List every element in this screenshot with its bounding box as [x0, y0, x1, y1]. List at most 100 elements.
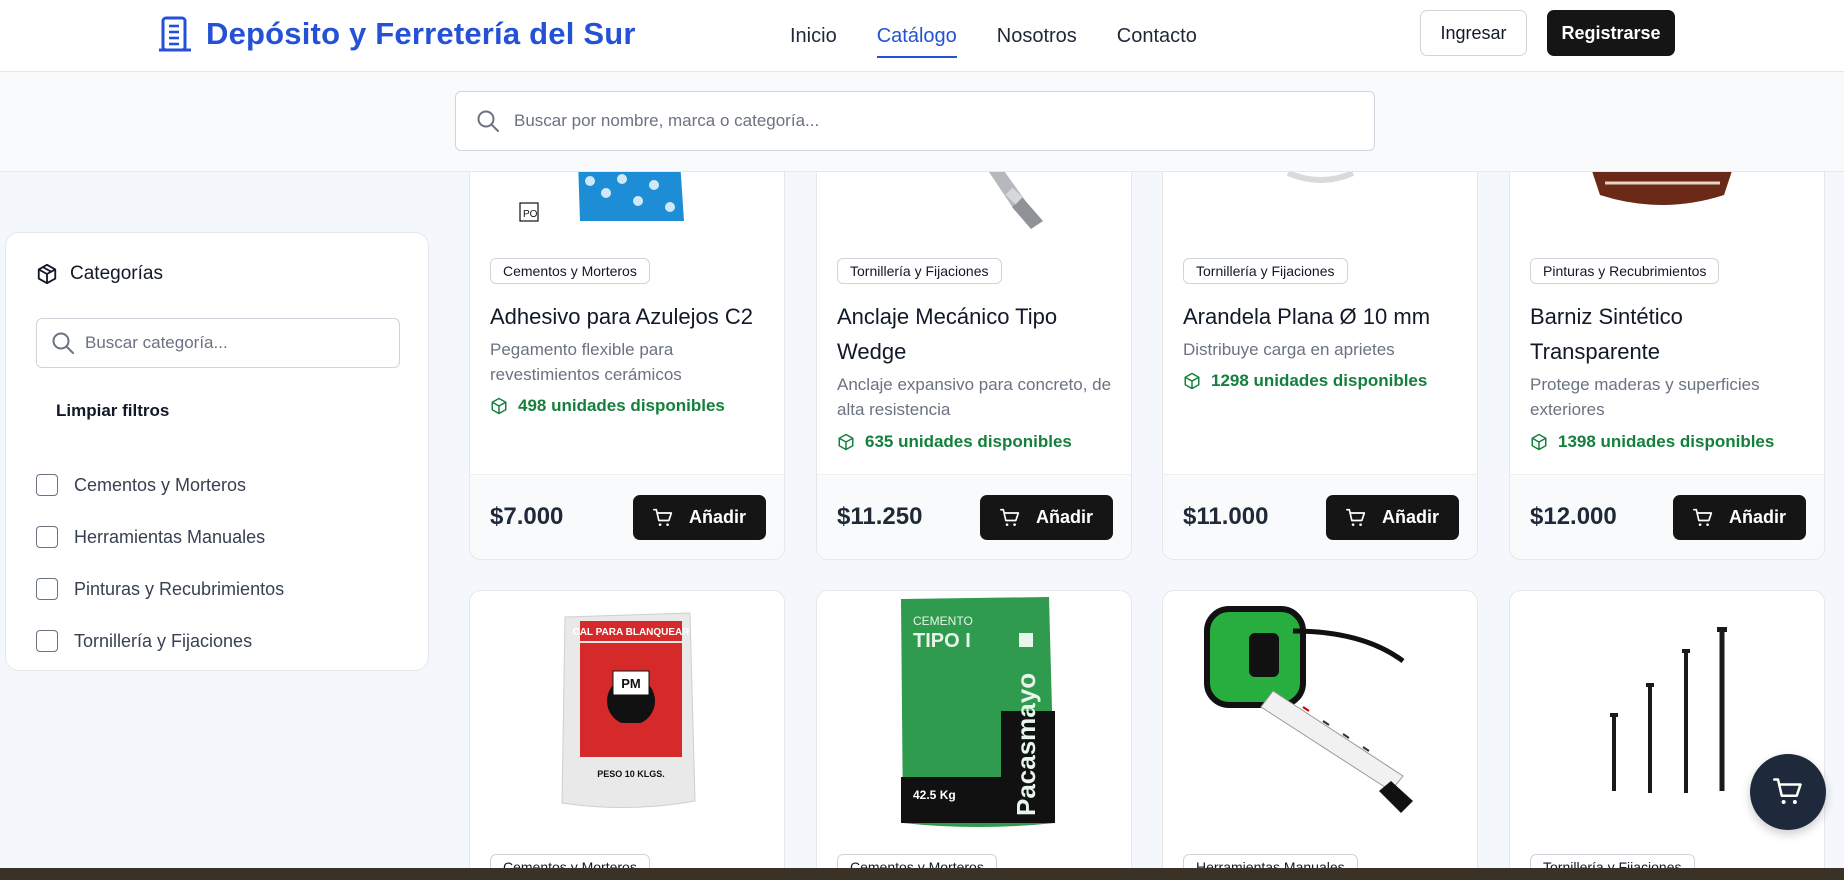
cart-icon [1773, 778, 1802, 804]
add-to-cart-button[interactable]: Añadir [1673, 495, 1806, 540]
package-icon [838, 433, 854, 451]
add-to-cart-label: Añadir [1381, 507, 1439, 527]
stock-indicator: 498 unidades disponibles [490, 396, 725, 416]
add-to-cart-label: Añadir [1035, 507, 1093, 527]
product-title: Barniz Sintético Transparente [1530, 304, 1683, 364]
product-card[interactable]: CAL PARA BLANQUEAR PM PESO 10 KLGS. Ceme… [469, 590, 785, 880]
stock-text: 635 unidades disponibles [865, 432, 1072, 451]
main-nav: Inicio Catálogo Nosotros Contacto [790, 0, 1237, 72]
bag-label-tipo: TIPO I [913, 630, 971, 652]
category-badge: Tornillería y Fijaciones [837, 258, 1002, 284]
product-search-input[interactable] [514, 111, 1334, 131]
clear-filters-button[interactable]: Limpiar filtros [56, 401, 169, 421]
product-price: $11.000 [1183, 503, 1269, 530]
stock-text: 1398 unidades disponibles [1558, 432, 1775, 451]
package-icon [1531, 433, 1547, 451]
category-item[interactable]: Herramientas Manuales [36, 511, 284, 563]
product-title: Anclaje Mecánico Tipo Wedge [837, 304, 1058, 364]
category-badge: Cementos y Morteros [490, 258, 650, 284]
product-description: Anclaje expansivo para concreto, de alta… [837, 375, 1112, 419]
category-item[interactable]: Pinturas y Recubrimientos [36, 563, 284, 615]
category-label: Tornillería y Fijaciones [74, 630, 253, 651]
cart-icon [1345, 508, 1366, 526]
product-card[interactable]: Tornillería y Fijaciones Anclaje Mecánic… [816, 120, 1132, 560]
add-to-cart-label: Añadir [688, 507, 746, 527]
category-list: Cementos y Morteros Herramientas Manuale… [36, 459, 284, 667]
building-icon [159, 16, 191, 52]
category-label: Herramientas Manuales [74, 526, 266, 547]
stock-indicator: 635 unidades disponibles [837, 432, 1072, 452]
package-icon [491, 397, 507, 415]
package-icon [1184, 372, 1200, 390]
stock-text: 498 unidades disponibles [518, 396, 725, 415]
register-button[interactable]: Registrarse [1547, 10, 1675, 56]
add-to-cart-button[interactable]: Añadir [980, 495, 1113, 540]
card-footer: $11.000 Añadir [1163, 474, 1477, 559]
stock-text: 1298 unidades disponibles [1211, 371, 1428, 390]
product-card[interactable]: Tornillería y Fijaciones [1509, 590, 1825, 880]
nav-inicio[interactable]: Inicio [790, 0, 837, 72]
sidebar-title: Categorías [36, 263, 163, 285]
os-taskbar-edge [0, 868, 1844, 880]
search-band [0, 72, 1844, 172]
category-search-input[interactable] [85, 333, 385, 353]
search-icon [52, 332, 74, 354]
category-item[interactable]: Tornillería y Fijaciones [36, 615, 284, 667]
sidebar-title-text: Categorías [70, 263, 163, 284]
add-to-cart-button[interactable]: Añadir [633, 495, 766, 540]
product-image [1163, 591, 1477, 841]
bag-label-cemento: CEMENTO [913, 614, 973, 628]
product-title: Arandela Plana Ø 10 mm [1183, 304, 1431, 329]
nav-nosotros[interactable]: Nosotros [997, 0, 1077, 72]
bag-label-pm: PM [621, 676, 641, 691]
category-label: Cementos y Morteros [74, 474, 247, 495]
nav-catalogo[interactable]: Catálogo [876, 0, 957, 72]
login-button[interactable]: Ingresar [1420, 10, 1527, 56]
product-card[interactable]: PO Cementos y Morteros Adhesivo para Azu… [469, 120, 785, 560]
product-price: $12.000 [1530, 503, 1617, 530]
category-checkbox[interactable] [36, 578, 58, 600]
product-card[interactable]: Tornillería y Fijaciones Arandela Plana … [1162, 120, 1478, 560]
add-to-cart-button[interactable]: Añadir [1326, 495, 1459, 540]
category-sidebar: Categorías Limpiar filtros Cementos y Mo… [5, 232, 429, 671]
brand-name: Depósito y Ferretería del Sur [206, 16, 636, 51]
category-badge: Pinturas y Recubrimientos [1530, 258, 1720, 284]
cart-icon [999, 508, 1020, 526]
category-search-box [36, 318, 400, 368]
svg-text:PO: PO [523, 209, 538, 220]
site-header: Depósito y Ferretería del Sur Inicio Cat… [0, 0, 1844, 72]
nav-contacto[interactable]: Contacto [1117, 0, 1197, 72]
card-footer: $12.000 Añadir [1510, 474, 1824, 559]
floating-cart-button[interactable] [1750, 754, 1826, 830]
product-card[interactable]: Herramientas Manuales [1162, 590, 1478, 880]
product-price: $7.000 [490, 503, 564, 530]
brand-logo-link[interactable]: Depósito y Ferretería del Sur [156, 14, 636, 54]
stock-indicator: 1298 unidades disponibles [1183, 371, 1427, 391]
product-card[interactable]: CEMENTO TIPO I Pacasmayo 42.5 Kg Cemento… [816, 590, 1132, 880]
product-price: $11.250 [837, 503, 923, 530]
cart-icon [652, 508, 673, 526]
product-image: CEMENTO TIPO I Pacasmayo 42.5 Kg [817, 591, 1131, 841]
category-item[interactable]: Cementos y Morteros [36, 459, 284, 511]
product-search-box [455, 91, 1375, 151]
card-footer: $11.250 Añadir [817, 474, 1131, 559]
product-description: Distribuye carga en aprietes [1183, 340, 1395, 359]
category-label: Pinturas y Recubrimientos [74, 578, 285, 599]
box-icon [37, 263, 57, 285]
stock-indicator: 1398 unidades disponibles [1530, 432, 1774, 452]
product-description: Pegamento flexible para revestimientos c… [490, 340, 682, 384]
product-card[interactable]: Pinturas y Recubrimientos Barniz Sintéti… [1509, 120, 1825, 560]
search-icon [477, 110, 499, 132]
bag-label-brand: Pacasmayo [1011, 673, 1041, 816]
category-checkbox[interactable] [36, 630, 58, 652]
category-badge: Tornillería y Fijaciones [1183, 258, 1348, 284]
add-to-cart-label: Añadir [1728, 507, 1786, 527]
category-checkbox[interactable] [36, 526, 58, 548]
bag-label-cal: CAL PARA BLANQUEAR [572, 627, 690, 638]
product-title: Adhesivo para Azulejos C2 [490, 304, 753, 329]
product-description: Protege maderas y superficies exteriores [1530, 375, 1760, 419]
product-image: CAL PARA BLANQUEAR PM PESO 10 KLGS. [470, 591, 784, 841]
cart-icon [1692, 508, 1713, 526]
category-checkbox[interactable] [36, 474, 58, 496]
bag-label-weight: PESO 10 KLGS. [597, 769, 665, 779]
